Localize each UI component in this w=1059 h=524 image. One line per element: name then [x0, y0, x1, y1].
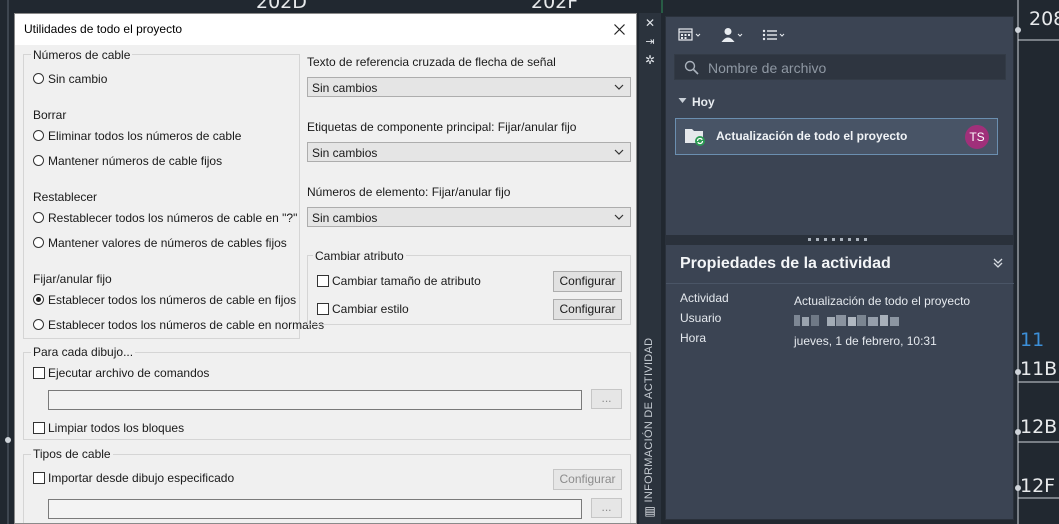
- configure-resize-button[interactable]: Configurar: [553, 271, 622, 292]
- activity-key: Actividad: [680, 291, 729, 305]
- auto-hide-icon[interactable]: ⇥: [644, 35, 656, 48]
- no-change-radio[interactable]: [33, 73, 44, 84]
- activity-list-item[interactable]: Actualización de todo el proyecto TS: [675, 118, 998, 155]
- import-drawing-label[interactable]: Importar desde dibujo especificado: [48, 471, 234, 485]
- set-normal-radio[interactable]: [33, 319, 44, 330]
- purge-blocks-checkbox[interactable]: [33, 422, 45, 434]
- cad-label: 11B: [1020, 358, 1058, 380]
- redacted-username: [794, 315, 899, 326]
- delete-all-label[interactable]: Eliminar todos los números de cable: [48, 129, 241, 143]
- change-attribute-group-label: Cambiar atributo: [313, 249, 406, 263]
- search-icon: [684, 60, 699, 75]
- close-button[interactable]: [602, 14, 636, 45]
- cad-label: 11: [1020, 329, 1045, 351]
- set-fixed-label[interactable]: Establecer todos los números de cable en…: [48, 293, 296, 307]
- folder-sync-icon: [685, 129, 705, 146]
- item-numbers-select[interactable]: Sin cambios: [307, 207, 631, 227]
- no-change-label[interactable]: Sin cambio: [48, 72, 107, 86]
- resize-attribute-label[interactable]: Cambiar tamaño de atributo: [332, 274, 481, 288]
- fix-unfix-section-label: Fijar/anular fijo: [33, 272, 112, 286]
- chevron-down-icon: [614, 149, 624, 155]
- today-label: Hoy: [692, 95, 715, 109]
- calendar-filter-button[interactable]: [678, 27, 704, 45]
- chevron-down-icon: [614, 84, 624, 90]
- reset-section-label: Restablecer: [33, 190, 98, 204]
- user-filter-button[interactable]: [720, 27, 746, 45]
- change-style-checkbox[interactable]: [317, 303, 329, 315]
- palette-side-strip: ✕ ⇥ ✲ INFORMACIÓN DE ACTIVIDAD ▤: [639, 13, 661, 524]
- browse-script-button[interactable]: ...: [591, 389, 622, 409]
- user-icon: [721, 28, 743, 42]
- cad-label: 202F: [531, 0, 579, 13]
- activity-info-panel: Nombre de archivo Hoy Actualización de t…: [665, 16, 1014, 520]
- cad-label: 202D: [256, 0, 307, 13]
- cad-label: 208: [1029, 8, 1059, 30]
- configure-wire-types-button[interactable]: Configurar: [553, 469, 622, 490]
- project-utilities-dialog: Utilidades de todo el proyecto Números d…: [14, 13, 637, 524]
- time-value: jueves, 1 de febrero, 10:31: [794, 334, 937, 348]
- keep-fixed-radio[interactable]: [33, 155, 44, 166]
- cable-numbers-group-label: Números de cable: [31, 48, 133, 62]
- import-drawing-input[interactable]: [48, 499, 582, 519]
- grip-icon: [808, 238, 867, 241]
- set-normal-label[interactable]: Establecer todos los números de cable en…: [48, 318, 324, 332]
- purge-blocks-label[interactable]: Limpiar todos los bloques: [48, 421, 184, 435]
- panel-splitter[interactable]: [666, 235, 1014, 245]
- delete-section-label: Borrar: [33, 108, 67, 122]
- cad-label: 12B: [1020, 416, 1058, 438]
- calendar-icon: [678, 28, 701, 41]
- activity-properties-title: Propiedades de la actividad: [680, 255, 891, 272]
- file-search-box[interactable]: Nombre de archivo: [674, 54, 1006, 80]
- activity-info-palette-label: INFORMACIÓN DE ACTIVIDAD: [643, 337, 655, 503]
- activity-value: Actualización de todo el proyecto: [794, 294, 971, 308]
- browse-drawing-button[interactable]: ...: [591, 498, 622, 518]
- per-drawing-group-label: Para cada dibujo...: [31, 345, 136, 359]
- import-drawing-checkbox[interactable]: [33, 472, 45, 484]
- search-input[interactable]: Nombre de archivo: [708, 60, 826, 76]
- user-key: Usuario: [680, 311, 722, 325]
- time-key: Hora: [680, 331, 707, 345]
- signal-arrow-label: Texto de referencia cruzada de flecha de…: [307, 55, 556, 69]
- close-icon: [613, 24, 625, 35]
- cad-label: 12F: [1020, 475, 1056, 497]
- run-script-checkbox[interactable]: [33, 367, 45, 379]
- avatar: TS: [965, 125, 989, 149]
- keep-values-radio[interactable]: [33, 237, 44, 248]
- delete-all-radio[interactable]: [33, 130, 44, 141]
- resize-attribute-checkbox[interactable]: [317, 275, 329, 287]
- configure-style-button[interactable]: Configurar: [553, 299, 622, 320]
- close-icon[interactable]: ✕: [644, 16, 656, 30]
- item-numbers-label: Números de elemento: Fijar/anular fijo: [307, 185, 511, 199]
- parent-tags-label: Etiquetas de componente principal: Fijar…: [307, 120, 577, 134]
- item-numbers-value: Sin cambios: [312, 211, 378, 225]
- chevron-down-icon: [614, 214, 624, 220]
- reset-all-radio[interactable]: [33, 212, 44, 223]
- divider: [666, 283, 1014, 284]
- keep-fixed-label[interactable]: Mantener números de cable fijos: [48, 154, 222, 168]
- dialog-titlebar: Utilidades de todo el proyecto: [15, 14, 636, 45]
- wire-types-group-label: Tipos de cable: [31, 447, 113, 461]
- reset-all-label[interactable]: Restablecer todos los números de cable e…: [48, 211, 297, 225]
- today-group-header[interactable]: Hoy: [678, 95, 715, 109]
- dialog-title: Utilidades de todo el proyecto: [24, 22, 183, 36]
- clipboard-icon: ▤: [644, 504, 656, 518]
- activity-item-name: Actualización de todo el proyecto: [716, 129, 908, 143]
- parent-tags-select[interactable]: Sin cambios: [307, 142, 631, 162]
- signal-arrow-value: Sin cambios: [312, 81, 378, 95]
- parent-tags-value: Sin cambios: [312, 146, 378, 160]
- keep-values-label[interactable]: Mantener valores de números de cables fi…: [48, 236, 287, 250]
- change-style-label[interactable]: Cambiar estilo: [332, 302, 409, 316]
- run-script-label[interactable]: Ejecutar archivo de comandos: [48, 366, 209, 380]
- caret-down-icon: [678, 98, 687, 103]
- signal-arrow-select[interactable]: Sin cambios: [307, 77, 631, 97]
- settings-icon[interactable]: ✲: [644, 53, 656, 67]
- set-fixed-radio[interactable]: [33, 294, 44, 305]
- list-view-button[interactable]: [762, 27, 788, 45]
- script-file-input[interactable]: [48, 390, 582, 410]
- list-icon: [762, 29, 785, 41]
- collapse-chevron-icon[interactable]: [992, 257, 1004, 269]
